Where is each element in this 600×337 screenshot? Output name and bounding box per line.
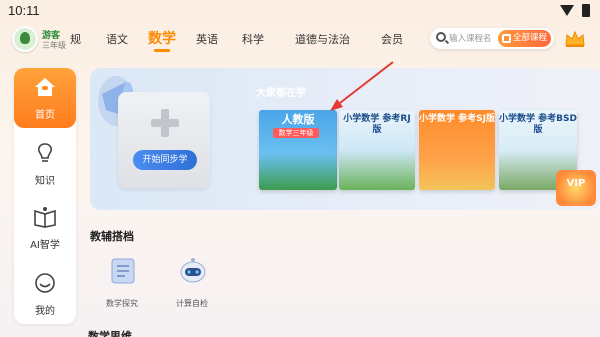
smile-icon <box>35 273 55 293</box>
user-grade[interactable]: 三年级 <box>42 40 66 51</box>
sidebar-item-label: 知识 <box>35 176 55 187</box>
wifi-icon <box>560 5 574 16</box>
status-time: 10:11 <box>8 3 40 18</box>
tab-morality-law[interactable]: 道德与法治 <box>295 31 350 47</box>
start-sync-learning-button[interactable]: 开始同步学 <box>133 150 197 170</box>
all-courses-label: 全部课程 <box>513 33 548 43</box>
book-subtitle: 数学三年级 <box>273 128 319 138</box>
tab-partial[interactable]: 规 <box>70 31 81 47</box>
sidebar-item-label: 首页 <box>35 110 55 121</box>
sidebar-item-mine[interactable]: 我的 <box>14 264 76 324</box>
home-icon <box>35 78 55 96</box>
section-title: 教辅搭档 <box>90 230 134 243</box>
tab-membership[interactable]: 会员 <box>381 31 403 47</box>
robot-icon <box>180 258 206 283</box>
textbook-card[interactable]: 人教版 数学三年级 <box>259 110 337 190</box>
grid-icon <box>502 34 511 43</box>
book-title: 人教版 <box>281 113 315 126</box>
sidebar-item-label: 我的 <box>35 306 55 317</box>
status-icons <box>560 4 590 17</box>
tab-math[interactable]: 数学 <box>148 28 176 52</box>
tab-chinese[interactable]: 语文 <box>106 31 128 47</box>
everyone-learning-label: 大家都在学 <box>256 88 306 99</box>
status-bar: 10:11 <box>0 0 600 22</box>
vip-label: VIP <box>566 178 586 189</box>
tab-science[interactable]: 科学 <box>242 31 264 47</box>
sidebar-item-home[interactable]: 首页 <box>14 68 76 128</box>
crown-icon[interactable] <box>564 30 586 48</box>
sidebar-item-knowledge[interactable]: 知识 <box>14 134 76 194</box>
tab-english[interactable]: 英语 <box>196 31 218 47</box>
all-courses-button[interactable]: 全部课程 <box>498 30 551 47</box>
book-title: 小学数学 参考BSD版 <box>499 114 577 135</box>
textbook-card[interactable]: 小学数学 参考SJ版 <box>419 110 495 190</box>
sidebar-item-ai-learning[interactable]: AI智学 <box>14 198 76 258</box>
book-title: 小学数学 参考RJ版 <box>343 114 411 135</box>
top-nav: 游客 三年级 规 语文 数学 英语 科学 道德与法治 会员 输入课程名 全部课程 <box>0 22 600 56</box>
book-title: 小学数学 参考SJ版 <box>419 114 495 124</box>
sidebar: 首页 知识 AI智学 我的 <box>14 68 76 324</box>
book-icon <box>34 207 56 228</box>
tool-label: 数学探究 <box>106 299 138 308</box>
textbook-card[interactable]: 小学数学 参考RJ版 <box>339 110 415 190</box>
tool-label: 计算自检 <box>176 299 208 308</box>
add-textbook-card[interactable] <box>118 92 210 188</box>
section-title: 数学思维 <box>88 330 132 337</box>
scroll-icon <box>111 258 135 284</box>
lightbulb-icon <box>37 143 53 162</box>
plus-icon <box>151 109 179 137</box>
avatar[interactable] <box>12 26 38 52</box>
search-placeholder: 输入课程名 <box>449 34 492 44</box>
vip-badge[interactable]: VIP <box>556 170 596 206</box>
sidebar-item-label: AI智学 <box>30 240 60 251</box>
battery-icon <box>582 4 590 17</box>
search-icon <box>436 32 446 42</box>
